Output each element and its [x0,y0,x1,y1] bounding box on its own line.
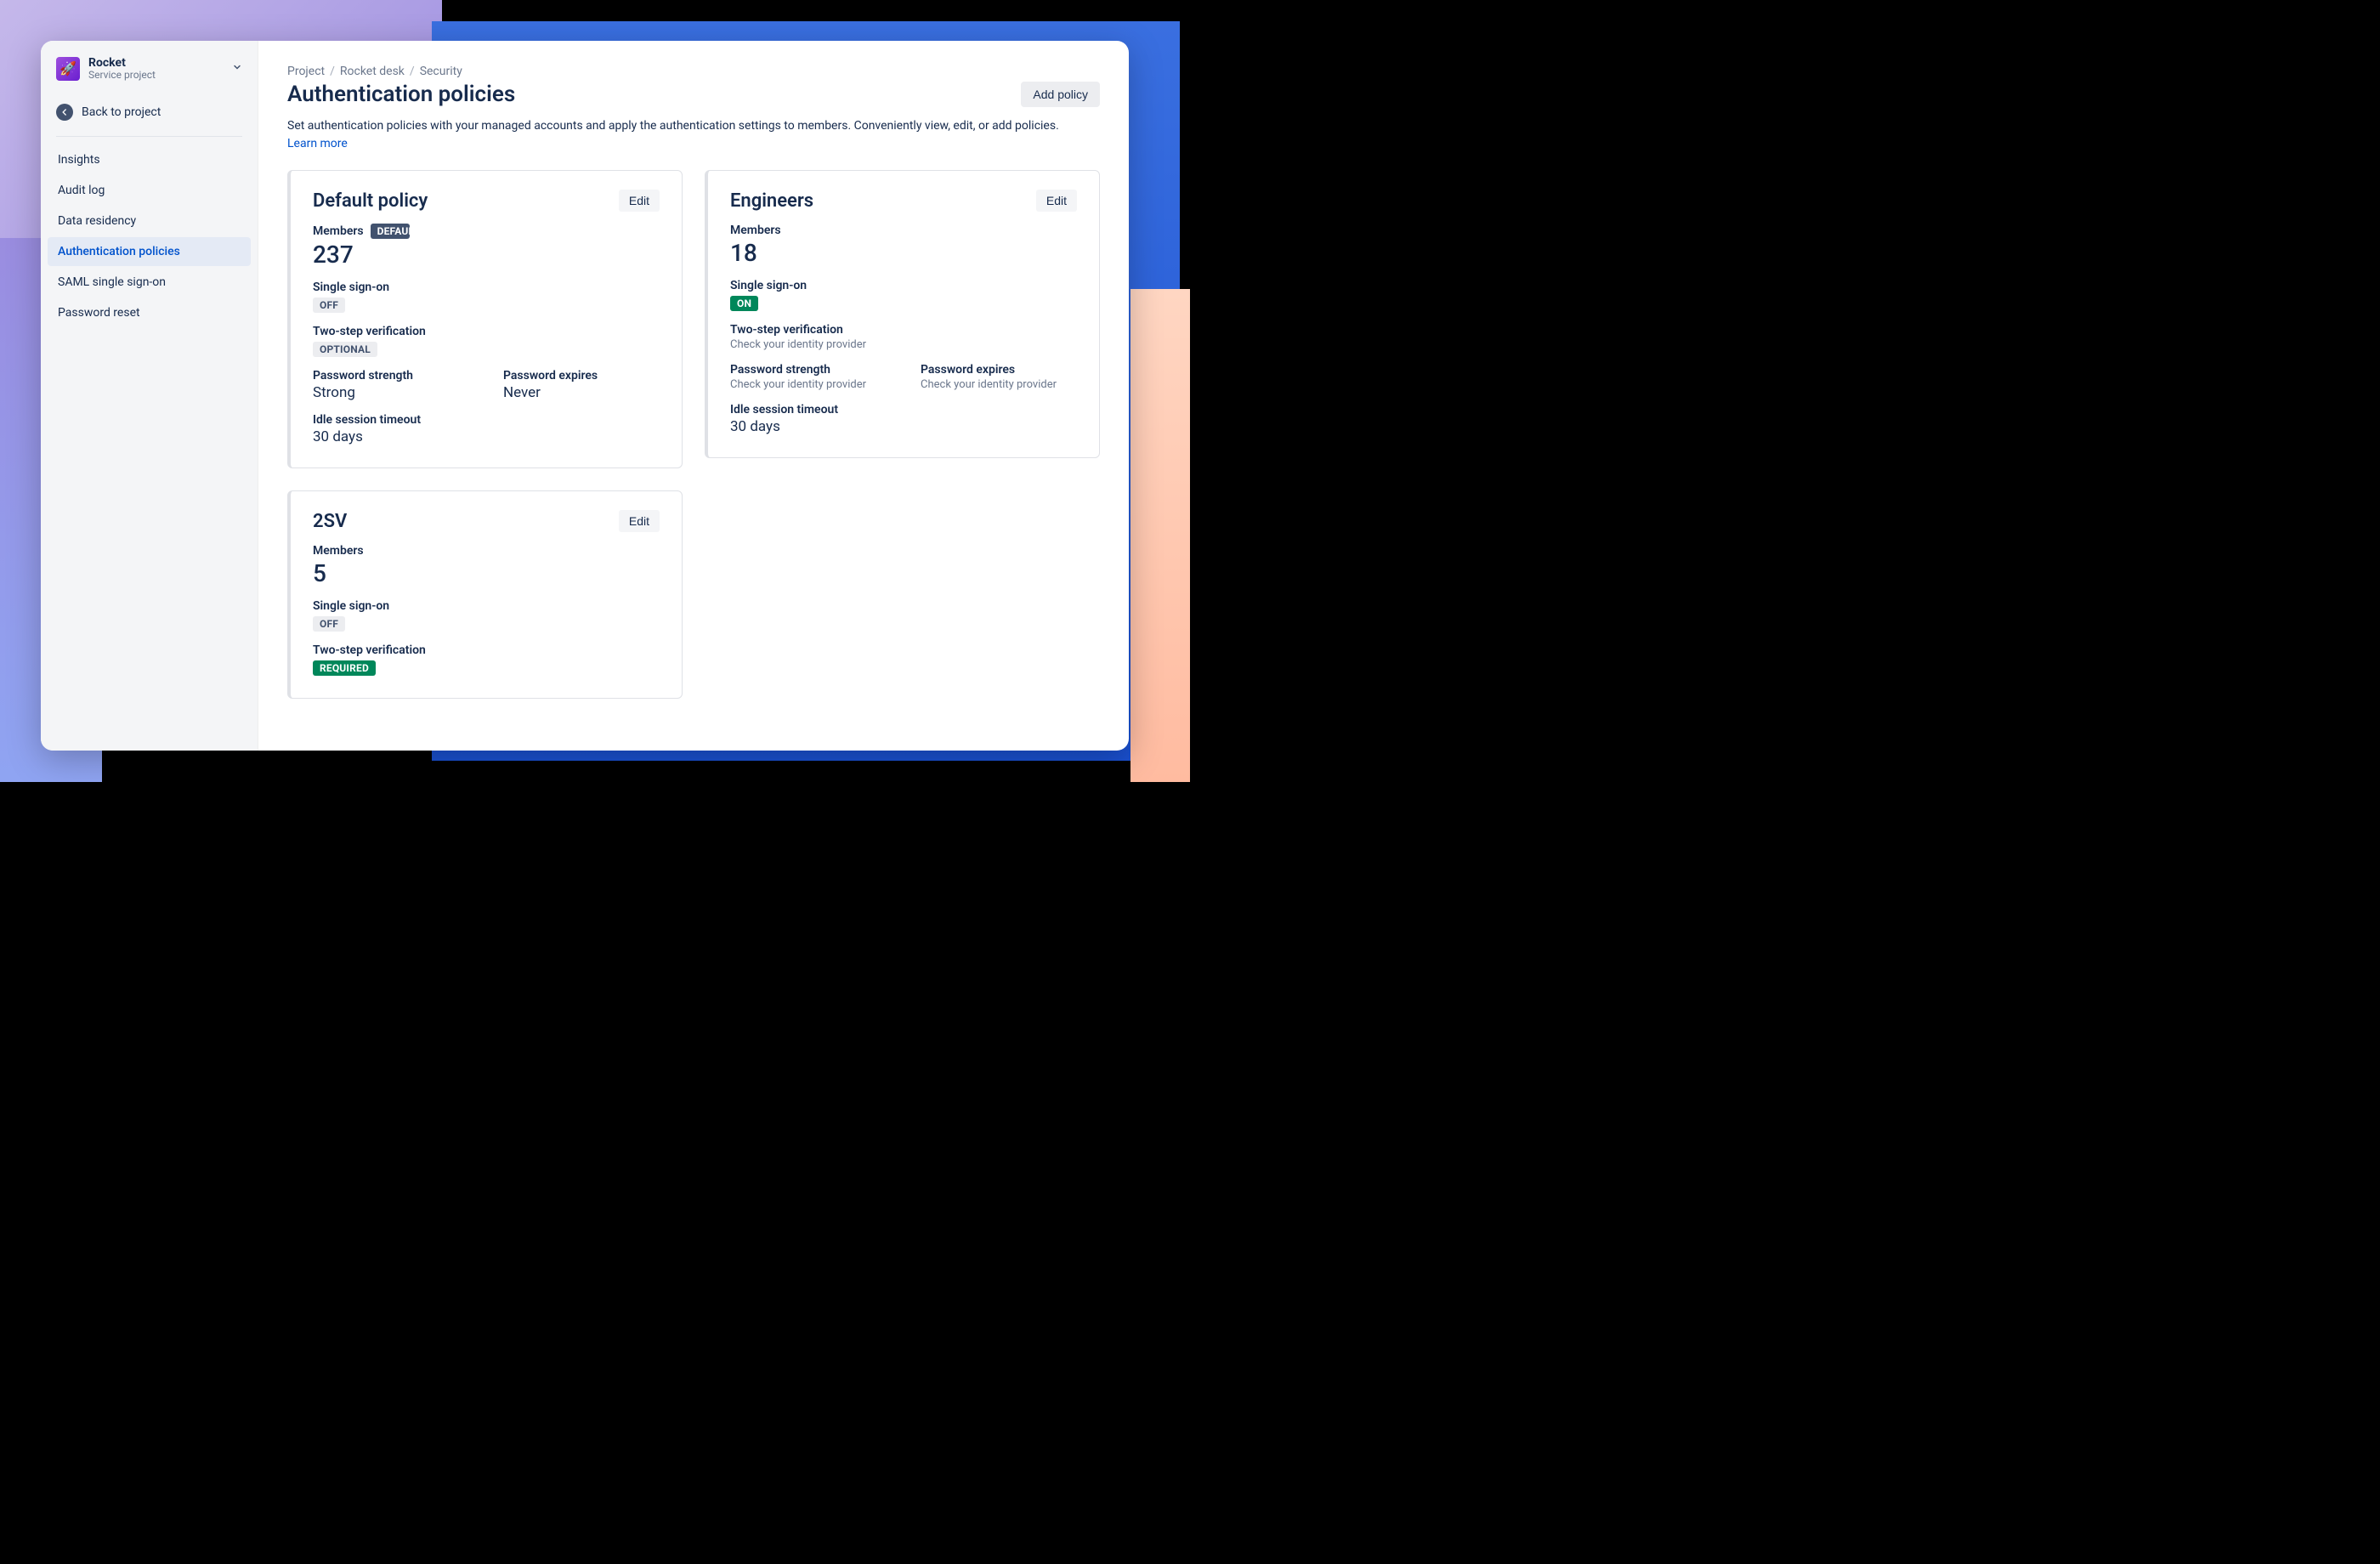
sso-label: Single sign-on [313,599,660,613]
sidebar-item-audit-log[interactable]: Audit log [48,176,251,205]
policy-title: 2SV [313,511,347,532]
idle-value: 30 days [313,428,660,445]
learn-more-link[interactable]: Learn more [287,137,348,150]
two-step-required-badge: REQUIRED [313,660,376,676]
sso-label: Single sign-on [730,279,1077,292]
sidebar-item-data-residency[interactable]: Data residency [48,207,251,235]
members-count: 237 [313,241,660,269]
page-header: Authentication policies Add policy [287,82,1100,107]
pw-expires-label: Password expires [503,369,660,382]
app-window: 🚀 Rocket Service project Back to project… [41,41,1129,751]
two-step-label: Two-step verification [313,325,660,338]
pw-strength-value: Strong [313,384,469,401]
members-label: Members [313,544,660,558]
project-meta: Rocket Service project [88,56,224,82]
sidebar-item-insights[interactable]: Insights [48,145,251,174]
policy-card-2sv: 2SV Edit Members 5 Single sign-on OFF Tw… [287,490,683,699]
two-step-optional-badge: OPTIONAL [313,342,377,357]
edit-button[interactable]: Edit [619,510,660,532]
pw-strength-label: Password strength [730,363,887,377]
divider [56,136,242,137]
sidebar-item-authentication-policies[interactable]: Authentication policies [48,237,251,266]
sso-off-badge: OFF [313,298,345,313]
policy-cards: Default policy Edit Members DEFAULT 237 … [287,170,1100,699]
members-count: 5 [313,559,660,587]
idle-label: Idle session timeout [313,413,660,427]
page-title: Authentication policies [287,82,515,107]
sso-off-badge: OFF [313,616,345,632]
members-label: Members DEFAULT [313,224,660,239]
bg-decor [1130,289,1190,782]
two-step-label: Two-step verification [313,643,660,657]
project-name: Rocket [88,56,224,70]
idle-value: 30 days [730,418,1077,435]
policy-card-engineers: Engineers Edit Members 18 Single sign-on… [705,170,1100,458]
edit-button[interactable]: Edit [619,190,660,212]
add-policy-button[interactable]: Add policy [1021,82,1100,107]
default-badge: DEFAULT [371,224,410,239]
chevron-down-icon [232,62,242,75]
breadcrumb-segment[interactable]: Security [420,65,462,78]
pw-expires-label: Password expires [921,363,1077,377]
edit-button[interactable]: Edit [1036,190,1077,212]
sso-on-badge: ON [730,296,758,311]
back-to-project-link[interactable]: Back to project [41,94,258,136]
project-sub: Service project [88,70,224,82]
members-label: Members [730,224,1077,237]
breadcrumb: Project / Rocket desk / Security [287,65,1100,78]
policy-card-default: Default policy Edit Members DEFAULT 237 … [287,170,683,468]
sidebar-nav: Insights Audit log Data residency Authen… [41,145,258,329]
members-count: 18 [730,239,1077,267]
breadcrumb-segment[interactable]: Rocket desk [340,65,405,78]
pw-strength-label: Password strength [313,369,469,382]
page-description: Set authentication policies with your ma… [287,117,1069,153]
pw-expires-check-idp: Check your identity provider [921,378,1077,391]
rocket-icon: 🚀 [56,57,80,81]
back-label: Back to project [82,105,161,119]
two-step-check-idp: Check your identity provider [730,338,1077,351]
breadcrumb-segment[interactable]: Project [287,65,325,78]
page-description-text: Set authentication policies with your ma… [287,119,1059,133]
policy-title: Default policy [313,190,428,212]
pw-strength-check-idp: Check your identity provider [730,378,887,391]
breadcrumb-sep: / [410,65,415,78]
sidebar-item-saml-sso[interactable]: SAML single sign-on [48,268,251,297]
main-content: Project / Rocket desk / Security Authent… [258,41,1129,751]
pw-expires-value: Never [503,384,660,401]
policy-title: Engineers [730,190,813,212]
label-text: Members [313,224,364,238]
sidebar-item-password-reset[interactable]: Password reset [48,298,251,327]
two-step-label: Two-step verification [730,323,1077,337]
sidebar: 🚀 Rocket Service project Back to project… [41,41,258,751]
breadcrumb-sep: / [330,65,335,78]
sso-label: Single sign-on [313,280,660,294]
arrow-left-icon [56,104,73,121]
project-switcher[interactable]: 🚀 Rocket Service project [41,56,258,94]
idle-label: Idle session timeout [730,403,1077,416]
